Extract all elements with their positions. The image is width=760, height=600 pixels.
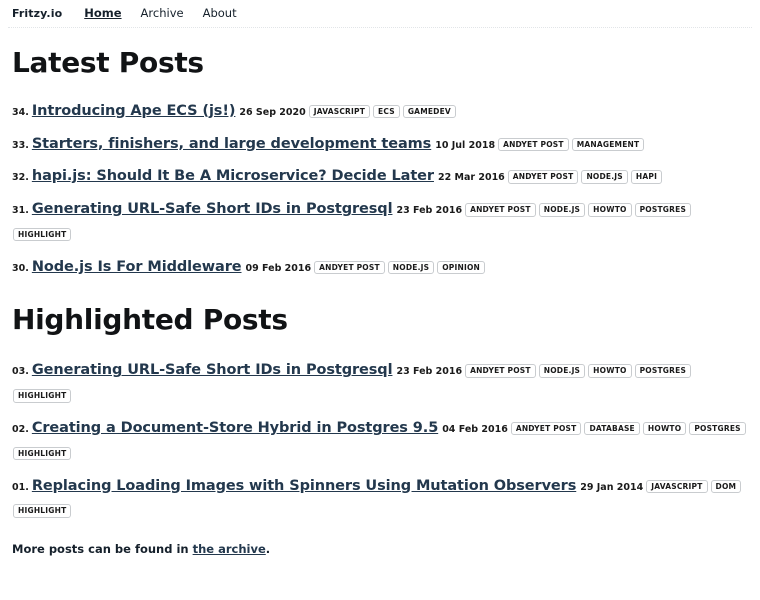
- post-tag[interactable]: HOWTO: [588, 364, 632, 378]
- post-list-item: 34. Introducing Ape ECS (js!) 26 Sep 2020 J…: [8, 98, 752, 123]
- page-root: Fritzy.io Home Archive About Latest Post…: [0, 0, 760, 556]
- post-title-link[interactable]: Node.js Is For Middleware: [32, 259, 242, 275]
- post-tag[interactable]: DATABASE: [584, 421, 640, 436]
- post-tag[interactable]: ANDYET POST: [498, 137, 569, 152]
- post-title-link[interactable]: hapi.js: Should It Be A Microservice? De…: [32, 168, 434, 184]
- post-number: 30.: [12, 262, 29, 274]
- post-date: 10 Jul 2018: [435, 139, 496, 151]
- highlighted-posts-list: 03. Generating URL-Safe Short IDs in Post…: [8, 357, 752, 522]
- post-tag[interactable]: HIGHLIGHT: [13, 227, 72, 242]
- post-title-link[interactable]: Generating URL-Safe Short IDs in Postgre…: [32, 201, 393, 217]
- post-title-link[interactable]: Creating a Document-Store Hybrid in Post…: [32, 420, 438, 436]
- post-tag[interactable]: HOWTO: [588, 203, 632, 217]
- archive-link[interactable]: the archive: [193, 542, 266, 556]
- site-brand[interactable]: Fritzy.io: [12, 7, 62, 20]
- post-tag[interactable]: JAVASCRIPT: [308, 104, 371, 119]
- post-tag[interactable]: POSTGRES: [689, 421, 746, 436]
- more-posts-suffix: .: [265, 542, 271, 557]
- post-tag[interactable]: HIGHLIGHT: [13, 389, 72, 403]
- post-tag[interactable]: NODE.JS: [387, 260, 435, 275]
- post-tag[interactable]: ANDYET POST: [507, 170, 579, 184]
- post-tag[interactable]: ANDYET POST: [510, 421, 582, 436]
- post-date: 09 Feb 2016: [245, 262, 312, 274]
- page-title-highlighted-posts: Highlighted Posts: [12, 302, 288, 336]
- post-number: 01.: [12, 481, 29, 493]
- post-number: 31.: [12, 205, 29, 217]
- post-title-link[interactable]: Starters, finishers, and large developme…: [32, 136, 431, 152]
- post-list-item: 30. Node.js Is For Middleware 09 Feb 2016 A…: [8, 254, 752, 279]
- post-list-item: 02. Creating a Document-Store Hybrid in P…: [8, 415, 752, 465]
- post-tag[interactable]: NODE.JS: [581, 170, 628, 184]
- latest-posts-list: 34. Introducing Ape ECS (js!) 26 Sep 2020 J…: [8, 98, 752, 279]
- post-number: 34.: [12, 106, 29, 118]
- post-number: 02.: [12, 423, 29, 435]
- site-header: Fritzy.io Home Archive About: [8, 0, 752, 28]
- nav-item-home[interactable]: Home: [84, 6, 121, 20]
- post-date: 29 Jan 2014: [580, 481, 644, 493]
- post-tag[interactable]: NODE.JS: [538, 203, 586, 217]
- post-title-link[interactable]: Introducing Ape ECS (js!): [32, 103, 236, 119]
- nav-item-about[interactable]: About: [203, 6, 237, 20]
- post-title-link[interactable]: Replacing Loading Images with Spinners U…: [32, 478, 577, 494]
- post-date: 04 Feb 2016: [442, 423, 508, 435]
- post-number: 03.: [12, 366, 29, 378]
- more-posts-text: More posts can be found in the archive.: [12, 542, 752, 556]
- post-list-item: 01. Replacing Loading Images with Spinner…: [8, 473, 752, 523]
- page-title-latest-posts: Latest Posts: [12, 46, 204, 79]
- post-tag[interactable]: GAMEDEV: [402, 104, 456, 119]
- post-number: 33.: [12, 139, 29, 151]
- post-tag[interactable]: ECS: [373, 104, 400, 119]
- post-tag[interactable]: HOWTO: [642, 421, 687, 436]
- post-tag[interactable]: POSTGRES: [634, 203, 692, 217]
- post-list-item: 31. Generating URL-Safe Short IDs in Post…: [8, 196, 752, 246]
- post-tag[interactable]: ANDYET POST: [465, 364, 536, 378]
- post-tag[interactable]: HIGHLIGHT: [13, 504, 72, 518]
- post-number: 32.: [12, 172, 29, 184]
- post-tag[interactable]: MANAGEMENT: [571, 137, 645, 152]
- post-date: 23 Feb 2016: [396, 205, 463, 217]
- post-date: 26 Sep 2020: [239, 106, 306, 118]
- post-tag[interactable]: HAPI: [630, 170, 663, 184]
- post-tag[interactable]: ANDYET POST: [465, 203, 536, 217]
- more-posts-prefix: More posts can be found in: [12, 542, 193, 557]
- main-nav: Home Archive About: [84, 6, 236, 20]
- post-list-item: 32. hapi.js: Should It Be A Microservice?…: [8, 163, 752, 188]
- post-date: 23 Feb 2016: [396, 366, 463, 378]
- post-date: 22 Mar 2016: [437, 172, 505, 184]
- post-tag[interactable]: POSTGRES: [634, 364, 692, 378]
- post-tag[interactable]: ANDYET POST: [314, 260, 385, 275]
- post-tag[interactable]: DOM: [710, 479, 742, 494]
- post-list-item: 03. Generating URL-Safe Short IDs in Post…: [8, 357, 752, 407]
- post-list-item: 33. Starters, finishers, and large develo…: [8, 131, 752, 156]
- post-tag[interactable]: JAVASCRIPT: [646, 479, 708, 494]
- post-tag[interactable]: HIGHLIGHT: [13, 446, 72, 461]
- post-tag[interactable]: NODE.JS: [538, 364, 586, 378]
- post-title-link[interactable]: Generating URL-Safe Short IDs in Postgre…: [32, 362, 393, 378]
- post-tag[interactable]: OPINION: [437, 260, 486, 275]
- nav-item-archive[interactable]: Archive: [141, 6, 184, 20]
